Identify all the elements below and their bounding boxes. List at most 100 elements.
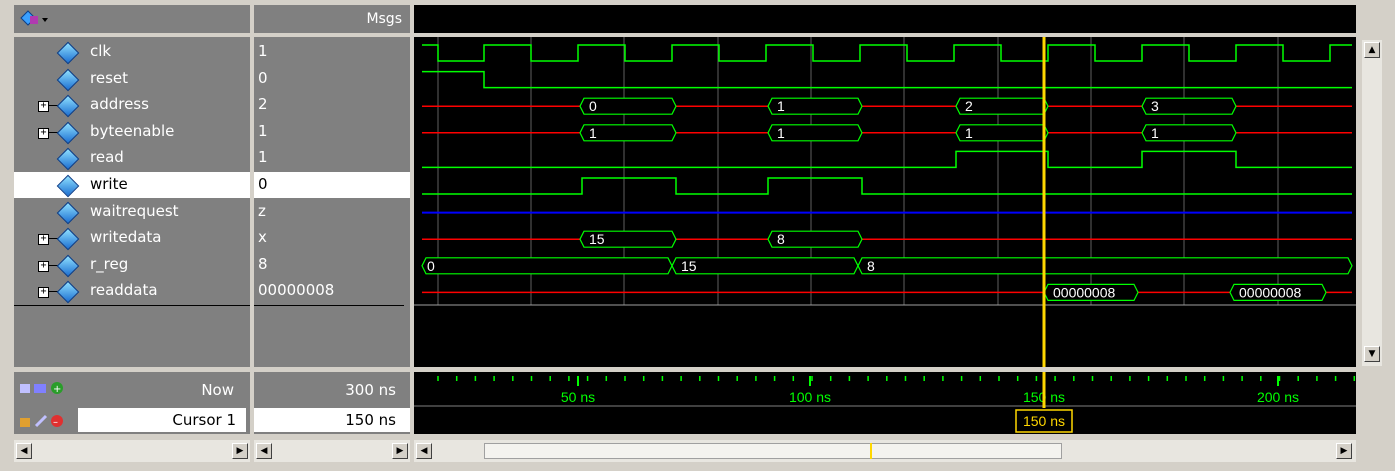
names-scroll-right[interactable]: ▶ <box>232 443 248 459</box>
byteenable-value-label: 1 <box>589 125 597 141</box>
address-value-label: 3 <box>1151 98 1159 114</box>
scroll-up-button[interactable]: ▲ <box>1364 42 1380 58</box>
cursor-name-box[interactable]: Cursor 1 <box>78 408 246 432</box>
wave-scroll-left[interactable]: ◀ <box>416 443 432 459</box>
reset-waveform <box>422 70 1352 89</box>
signal-value-waitrequest[interactable]: z <box>254 199 410 225</box>
signal-icon <box>56 121 80 145</box>
signal-name: r_reg <box>90 254 129 273</box>
address-value-label: 0 <box>589 98 597 114</box>
expand-icon[interactable]: + <box>38 260 49 272</box>
axis-label: 50 ns <box>561 389 595 405</box>
signal-icon <box>56 254 80 278</box>
names-scroll-left[interactable]: ◀ <box>16 443 32 459</box>
signal-row-address[interactable]: + address <box>14 92 250 118</box>
cursor-toolbar-icons[interactable]: – <box>18 412 78 434</box>
signal-icon <box>56 201 80 224</box>
waveform-canvas[interactable]: 0 1 2 3 1 1 1 1 15 8 0 15 8 00000008 00000008 <box>414 37 1356 367</box>
expand-icon[interactable]: + <box>38 127 49 139</box>
values-scroll-right[interactable]: ▶ <box>392 443 408 459</box>
readdata-value-label: 00000008 <box>1239 284 1302 300</box>
signal-value-address[interactable]: 2 <box>254 92 410 118</box>
signal-pane-header <box>14 5 250 33</box>
signal-row-clk[interactable]: clk <box>14 39 250 65</box>
writedata-value-label: 15 <box>589 231 605 247</box>
signal-name: readdata <box>90 281 158 300</box>
axis-label: 100 ns <box>789 389 831 405</box>
svg-text:–: – <box>53 417 58 428</box>
signal-icon <box>56 68 80 91</box>
values-h-scrollbar[interactable]: ◀ ▶ <box>254 440 410 462</box>
expand-icon[interactable]: + <box>38 234 49 246</box>
signal-icon <box>56 148 80 171</box>
signal-value-write[interactable]: 0 <box>254 172 410 198</box>
values-end-divider <box>254 305 404 306</box>
signal-name: clk <box>90 42 112 60</box>
signal-row-r-reg[interactable]: + r_reg <box>14 252 250 278</box>
value-pane-header: Msgs <box>254 5 410 33</box>
cursor-marker-label: 150 ns <box>1023 413 1065 429</box>
signal-value-r-reg[interactable]: 8 <box>254 252 410 278</box>
signal-name: write <box>90 175 128 193</box>
cursor-name: Cursor 1 <box>172 411 236 429</box>
byteenable-value-label: 1 <box>965 125 973 141</box>
values-scroll-left[interactable]: ◀ <box>256 443 272 459</box>
signal-row-waitrequest[interactable]: waitrequest <box>14 199 250 225</box>
now-label: Now <box>201 381 234 399</box>
address-value-label: 1 <box>777 98 785 114</box>
footer-names: + Now – Cursor 1 <box>14 372 250 434</box>
cursor-value: 150 ns <box>345 411 396 429</box>
axis-label: 200 ns <box>1257 389 1299 405</box>
cursor-value-box[interactable]: 150 ns <box>254 408 410 432</box>
address-value-label: 2 <box>965 98 973 114</box>
signal-name: read <box>90 148 124 167</box>
writedata-value-label: 8 <box>777 231 785 247</box>
waveform-pane[interactable]: 0 1 2 3 1 1 1 1 15 8 0 15 8 00000008 00000008 <box>414 37 1356 367</box>
r-reg-segment <box>421 257 673 275</box>
signal-row-writedata[interactable]: + writedata <box>14 225 250 251</box>
time-axis-pane: 50 ns 100 ns 150 ns 200 ns 150 ns <box>414 372 1356 434</box>
byteenable-value-label: 1 <box>1151 125 1159 141</box>
vertical-scrollbar[interactable]: ▲ ▼ <box>1362 40 1382 366</box>
list-end-divider <box>14 305 250 306</box>
wave-pane-header <box>414 5 1356 33</box>
signal-icon <box>56 227 80 251</box>
scroll-down-button[interactable]: ▼ <box>1364 346 1380 362</box>
signal-icon <box>56 281 80 304</box>
signal-value-writedata[interactable]: x <box>254 225 410 251</box>
footer-toolbar-icons[interactable]: + <box>18 380 78 402</box>
signal-name: address <box>90 95 149 114</box>
msgs-label: Msgs <box>366 11 402 27</box>
signal-toolbar-icon[interactable] <box>18 9 48 27</box>
expand-icon[interactable]: + <box>38 287 49 299</box>
signal-row-reset[interactable]: reset <box>14 66 250 92</box>
r-reg-value-label: 0 <box>427 258 435 274</box>
wave-scroll-thumb[interactable] <box>484 443 1062 459</box>
footer-values: 300 ns 150 ns <box>254 372 410 434</box>
signal-name: writedata <box>90 228 162 247</box>
signal-row-byteenable[interactable]: + byteenable <box>14 119 250 145</box>
clk-waveform <box>422 44 1352 62</box>
wave-h-scrollbar[interactable]: ◀ ▶ <box>414 440 1356 462</box>
r-reg-segment <box>857 257 1353 275</box>
signal-value-reset[interactable]: 0 <box>254 66 410 92</box>
signal-value-readdata[interactable]: 00000008 <box>254 278 410 304</box>
signal-row-readdata[interactable]: + readdata <box>14 278 250 304</box>
signal-row-write[interactable]: write <box>14 172 250 198</box>
byteenable-value-label: 1 <box>777 125 785 141</box>
signal-value-byteenable[interactable]: 1 <box>254 119 410 145</box>
names-h-scrollbar[interactable]: ◀ ▶ <box>14 440 250 462</box>
read-waveform <box>422 150 1352 169</box>
signal-name: reset <box>90 68 128 87</box>
signal-row-read[interactable]: read <box>14 145 250 171</box>
write-waveform <box>422 177 1352 195</box>
signal-names-pane: clk reset + address + byteenable read write wait… <box>14 37 250 367</box>
signal-value-clk[interactable]: 1 <box>254 39 410 65</box>
signal-value-read[interactable]: 1 <box>254 145 410 171</box>
r-reg-value-label: 8 <box>867 258 875 274</box>
svg-text:+: + <box>53 384 61 395</box>
signal-icon <box>56 174 80 198</box>
wave-scroll-right[interactable]: ▶ <box>1336 443 1352 459</box>
scroll-cursor-marker <box>870 443 872 459</box>
expand-icon[interactable]: + <box>38 101 49 113</box>
